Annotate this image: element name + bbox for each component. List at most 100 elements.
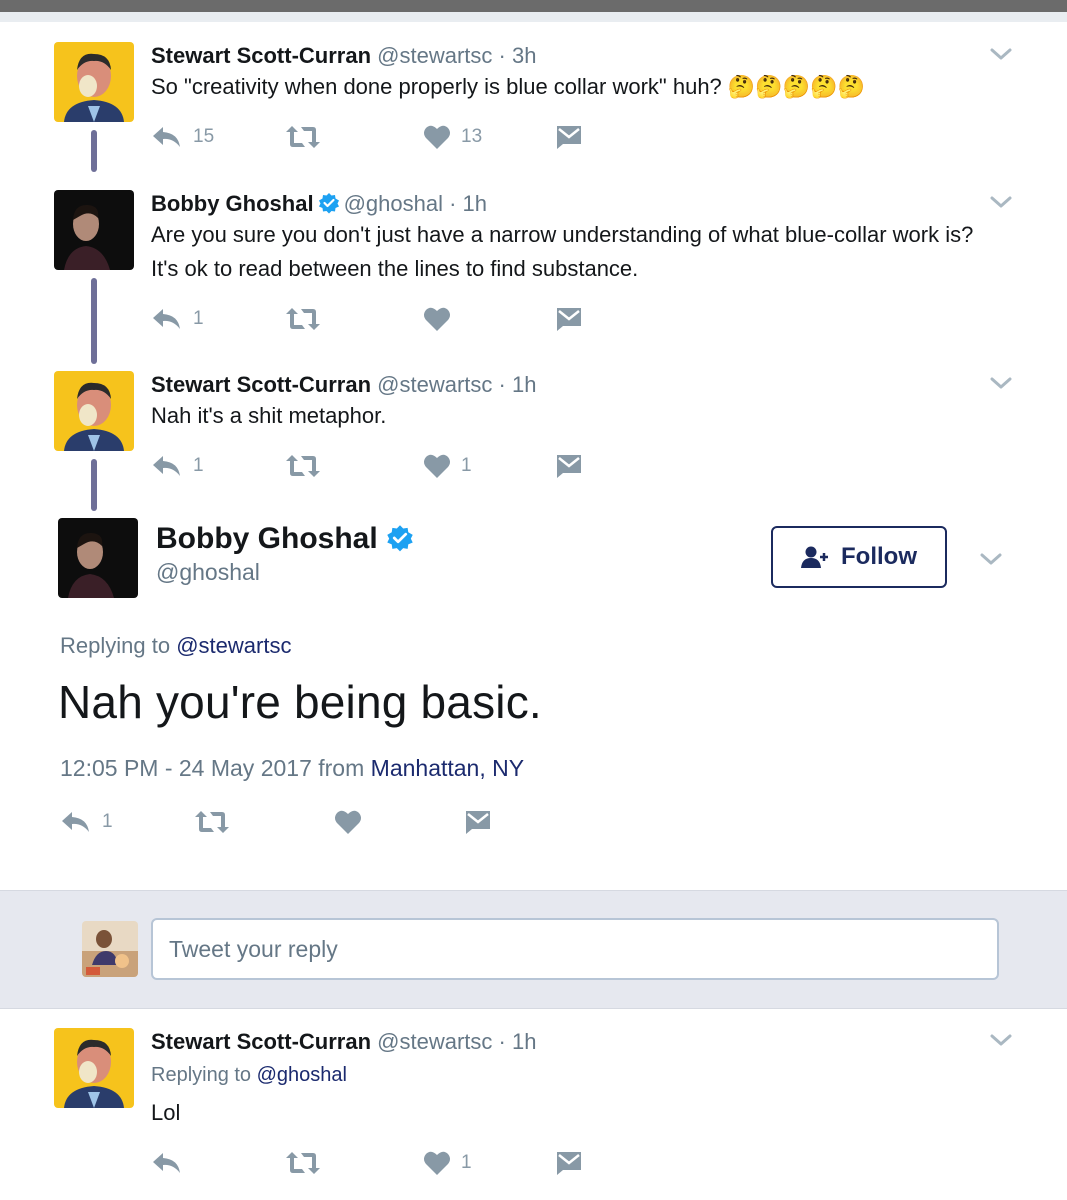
thread-tweet[interactable]: Bobby Ghoshal @ghoshal · 1h Are you sure …	[54, 190, 1014, 364]
reply-icon	[153, 309, 180, 329]
like-button[interactable]: 1	[423, 1146, 472, 1180]
dm-button[interactable]	[555, 1146, 583, 1180]
avatar[interactable]	[54, 371, 134, 451]
retweet-icon	[195, 811, 229, 833]
follow-button[interactable]: Follow	[771, 526, 947, 588]
reply-tweet[interactable]: Stewart Scott-Curran @stewartsc · 1h Rep…	[54, 1028, 1014, 1188]
tweet-text: Nah you're being basic.	[58, 676, 542, 728]
tweet-actions: 15 13	[151, 120, 631, 154]
like-icon	[424, 1151, 450, 1175]
author-name[interactable]: Bobby Ghoshal	[151, 191, 314, 216]
retweet-icon	[286, 126, 320, 148]
avatar[interactable]	[58, 518, 138, 598]
reply-button[interactable]: 1	[151, 449, 204, 483]
timestamp[interactable]: 1h	[512, 372, 536, 397]
retweet-icon	[286, 308, 320, 330]
like-count: 1	[461, 455, 472, 476]
author-name: Bobby Ghoshal	[156, 521, 418, 557]
author-handle[interactable]: @stewartsc	[377, 43, 492, 68]
thread-line	[91, 278, 97, 364]
retweet-button[interactable]	[285, 1146, 331, 1180]
avatar[interactable]	[54, 42, 134, 122]
chevron-down-icon[interactable]	[988, 373, 1014, 393]
replying-to-link[interactable]: @stewartsc	[176, 633, 291, 658]
tweet-timestamp: 12:05 PM - 24 May 2017 from Manhattan, N…	[60, 755, 524, 782]
like-button[interactable]: 1	[423, 449, 472, 483]
reply-icon	[153, 127, 180, 147]
dm-button[interactable]	[464, 805, 492, 839]
tweet-text: So "creativity when done properly is blu…	[151, 74, 865, 99]
like-icon	[424, 307, 450, 331]
reply-composer	[0, 890, 1067, 1009]
retweet-button[interactable]	[285, 120, 331, 154]
chevron-down-icon[interactable]	[988, 44, 1014, 64]
author-handle[interactable]: @ghoshal	[156, 559, 260, 586]
author-handle[interactable]: @stewartsc	[377, 1029, 492, 1054]
like-count: 13	[461, 126, 483, 147]
replying-to-link[interactable]: @ghoshal	[257, 1064, 347, 1086]
timestamp-text[interactable]: 12:05 PM - 24 May 2017 from	[60, 755, 364, 781]
thread-tweet[interactable]: Stewart Scott-Curran @stewartsc · 1h Nah…	[54, 371, 1014, 511]
dm-icon	[557, 1152, 581, 1175]
tweet-actions: 1	[151, 302, 631, 336]
author-name[interactable]: Stewart Scott-Curran	[151, 1029, 371, 1054]
avatar[interactable]	[54, 190, 134, 270]
retweet-icon	[286, 455, 320, 477]
timestamp[interactable]: 1h	[512, 1029, 536, 1054]
window-top-bar	[0, 0, 1067, 12]
replying-to: Replying to @stewartsc	[60, 633, 291, 659]
retweet-button[interactable]	[285, 302, 331, 336]
avatar	[82, 921, 138, 977]
like-count: 1	[461, 1152, 472, 1173]
location-link[interactable]: Manhattan, NY	[371, 755, 524, 781]
separator: ·	[498, 372, 506, 397]
reply-button[interactable]: 15	[151, 120, 214, 154]
thread-tweet[interactable]: Stewart Scott-Curran @stewartsc · 3h So …	[54, 42, 1014, 172]
chevron-down-icon[interactable]	[988, 1030, 1014, 1050]
dm-icon	[466, 811, 490, 834]
tweet-actions: 1 1	[151, 449, 631, 483]
timestamp[interactable]: 3h	[512, 43, 536, 68]
dm-icon	[557, 455, 581, 478]
retweet-button[interactable]	[285, 449, 331, 483]
reply-icon	[153, 456, 180, 476]
reply-button[interactable]: 1	[60, 805, 113, 839]
reply-button[interactable]	[151, 1146, 193, 1180]
dm-icon	[557, 308, 581, 331]
tweet-actions: 1	[60, 805, 540, 839]
replying-prefix: Replying to	[60, 633, 171, 658]
reply-count: 1	[193, 455, 204, 476]
author-name[interactable]: Stewart Scott-Curran	[151, 43, 371, 68]
author-handle[interactable]: @stewartsc	[377, 372, 492, 397]
thread-line	[91, 459, 97, 511]
reply-icon	[62, 812, 89, 832]
author-name-text[interactable]: Bobby Ghoshal	[156, 522, 378, 555]
window-top-strip	[0, 12, 1067, 22]
reply-button[interactable]: 1	[151, 302, 204, 336]
like-icon	[335, 810, 361, 834]
chevron-down-icon[interactable]	[988, 192, 1014, 212]
chevron-down-icon[interactable]	[978, 549, 1004, 569]
avatar[interactable]	[54, 1028, 134, 1108]
like-button[interactable]	[423, 302, 461, 336]
author-name[interactable]: Stewart Scott-Curran	[151, 372, 371, 397]
dm-button[interactable]	[555, 120, 583, 154]
timestamp[interactable]: 1h	[463, 191, 487, 216]
retweet-icon	[286, 1152, 320, 1174]
tweet-header: Stewart Scott-Curran @stewartsc · 3h	[151, 42, 536, 70]
retweet-button[interactable]	[194, 805, 240, 839]
follow-label: Follow	[841, 543, 917, 570]
dm-button[interactable]	[555, 302, 583, 336]
separator: ·	[449, 191, 457, 216]
tweet-header: Stewart Scott-Curran @stewartsc · 1h	[151, 371, 536, 399]
reply-input[interactable]	[151, 918, 999, 980]
reply-count: 1	[193, 308, 204, 329]
dm-button[interactable]	[555, 449, 583, 483]
like-button[interactable]	[334, 805, 372, 839]
like-button[interactable]: 13	[423, 120, 482, 154]
tweet-text: Nah it's a shit metaphor.	[151, 403, 387, 428]
verified-icon	[318, 193, 339, 214]
author-handle[interactable]: @ghoshal	[344, 191, 443, 216]
follow-user-icon	[801, 546, 828, 568]
dm-icon	[557, 126, 581, 149]
